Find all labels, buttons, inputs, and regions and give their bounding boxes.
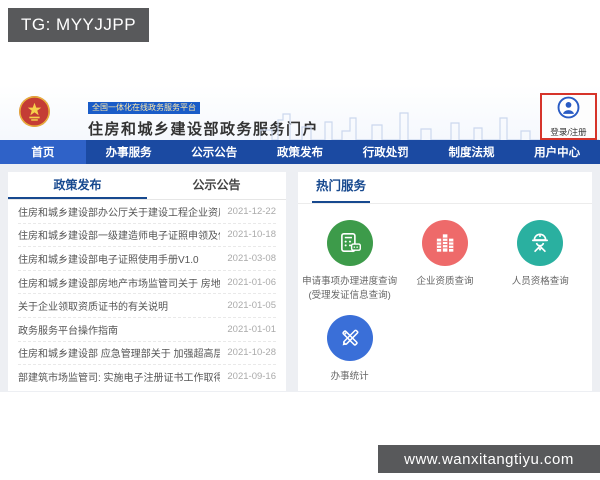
login-register-label: 登录/注册 [550, 126, 587, 137]
service-statistics[interactable]: 办事统计 [302, 314, 397, 384]
nav-item-6[interactable]: 用户中心 [514, 140, 600, 164]
tg-overlay-label: TG: MYYJJPP [8, 8, 150, 42]
list-item[interactable]: 住房和城乡建设部电子证照使用手册V1.0 2021-03-08 [18, 247, 276, 271]
service-building[interactable]: 企业资质查询 [397, 220, 492, 303]
service-worker[interactable]: 人员资格查询 [493, 220, 588, 303]
site-title: 住房和城乡建设部政务服务门户 [88, 121, 320, 138]
nav-item-2[interactable]: 公示公告 [171, 140, 257, 164]
header-text: 全国一体化在线政务服务平台 住房和城乡建设部政务服务门户 [88, 97, 319, 139]
service-label: 人员资格查询 [511, 276, 569, 287]
list-item[interactable]: 政务服务平台操作指南 2021-01-01 [18, 318, 276, 342]
nav-item-5[interactable]: 制度法规 [429, 140, 515, 164]
statistics-icon [326, 314, 373, 361]
list-item-date: 2021-01-05 [227, 300, 276, 312]
service-calculator[interactable]: 申请事项办理进度查询 (受理发证信息查询) [302, 220, 397, 303]
nav-item-4[interactable]: 行政处罚 [343, 140, 429, 164]
list-item-date: 2021-12-22 [227, 205, 276, 217]
service-label: 办事统计 [330, 370, 369, 382]
list-item[interactable]: 住房和城乡建设部 应急管理部关于 加强超高层建筑规划建设... 2021-10-2… [18, 342, 276, 366]
list-item[interactable]: 住房和城乡建设部一级建造师电子证照申领及使用手册 2021-10-18 [18, 224, 276, 248]
calculator-icon [326, 220, 373, 266]
list-item-date: 2021-01-01 [227, 323, 276, 335]
list-item-title: 住房和城乡建设部 应急管理部关于 加强超高层建筑规划建设... [18, 349, 220, 361]
service-sublabel: (受理发证信息查询) [308, 289, 391, 301]
list-item[interactable]: 部建筑市场监管司: 实施电子注册证书工作取得初步进展 2021-09-16 [18, 365, 276, 389]
hot-services-grid: 申请事项办理进度查询 (受理发证信息查询) 企业资质查询 人员资格查询办事统计 [298, 204, 592, 395]
policy-panel-tabs: 政策发布 公示公告 [8, 172, 286, 200]
user-avatar-icon [557, 96, 580, 124]
site-header: 全国一体化在线政务服务平台 住房和城乡建设部政务服务门户 登录/注册 [0, 85, 600, 140]
tab-public-notice[interactable]: 公示公告 [147, 172, 286, 199]
list-item-title: 住房和城乡建设部办公厅关于建设工程企业资质统一延续有关... [18, 207, 220, 219]
hot-services-panel: 热门服务 申请事项办理进度查询 (受理发证信息查询) 企业资质查询 人员资格查询办事统… [298, 172, 592, 391]
policy-panel: 政策发布 公示公告 住房和城乡建设部办公厅关于建设工程企业资质统一延续有关...… [8, 172, 286, 391]
list-item-date: 2021-10-28 [227, 347, 276, 359]
tab-policy-release[interactable]: 政策发布 [8, 172, 147, 199]
list-item-title: 政务服务平台操作指南 [18, 325, 118, 337]
main-navigation: 首页 办事服务 公示公告 政策发布 行政处罚 制度法规 用户中心 [0, 140, 600, 164]
list-item-date: 2021-10-18 [227, 229, 276, 241]
list-item-title: 关于企业领取资质证书的有关说明 [18, 302, 168, 314]
platform-badge: 全国一体化在线政务服务平台 [88, 102, 200, 115]
list-item-title: 部建筑市场监管司: 实施电子注册证书工作取得初步进展 [18, 373, 220, 385]
list-item-title: 住房和城乡建设部一级建造师电子证照申领及使用手册 [18, 231, 220, 243]
list-item-date: 2021-01-06 [227, 276, 276, 288]
service-label: 申请事项办理进度查询 (受理发证信息查询) [302, 276, 398, 301]
national-emblem-icon [18, 95, 51, 128]
list-item-title: 住房和城乡建设部电子证照使用手册V1.0 [18, 254, 199, 266]
worker-icon [517, 220, 564, 266]
nav-item-0[interactable]: 首页 [0, 140, 86, 164]
hot-services-title: 热门服务 [312, 175, 371, 203]
list-item[interactable]: 住房和城乡建设部房地产市场监管司关于 房地产开发企业一级... 2021-01-0… [18, 271, 276, 295]
building-icon [421, 220, 468, 266]
list-item-date: 2021-09-16 [227, 371, 276, 383]
nav-item-3[interactable]: 政策发布 [257, 140, 343, 164]
list-item-date: 2021-03-08 [227, 252, 276, 264]
login-register-button[interactable]: 登录/注册 [540, 93, 597, 140]
content-area: 政策发布 公示公告 住房和城乡建设部办公厅关于建设工程企业资质统一延续有关...… [0, 164, 600, 392]
service-label: 企业资质查询 [416, 276, 474, 287]
list-item[interactable]: 关于企业领取资质证书的有关说明 2021-01-05 [18, 294, 276, 318]
policy-list: 住房和城乡建设部办公厅关于建设工程企业资质统一延续有关... 2021-12-22… [8, 200, 286, 389]
hot-services-header: 热门服务 [298, 172, 592, 204]
nav-item-1[interactable]: 办事服务 [86, 140, 172, 164]
list-item[interactable]: 住房和城乡建设部办公厅关于建设工程企业资质统一延续有关... 2021-12-22 [18, 200, 276, 224]
list-item-title: 住房和城乡建设部房地产市场监管司关于 房地产开发企业一级... [18, 278, 220, 290]
watermark-bar: www.wanxitangtiyu.com [378, 445, 600, 473]
